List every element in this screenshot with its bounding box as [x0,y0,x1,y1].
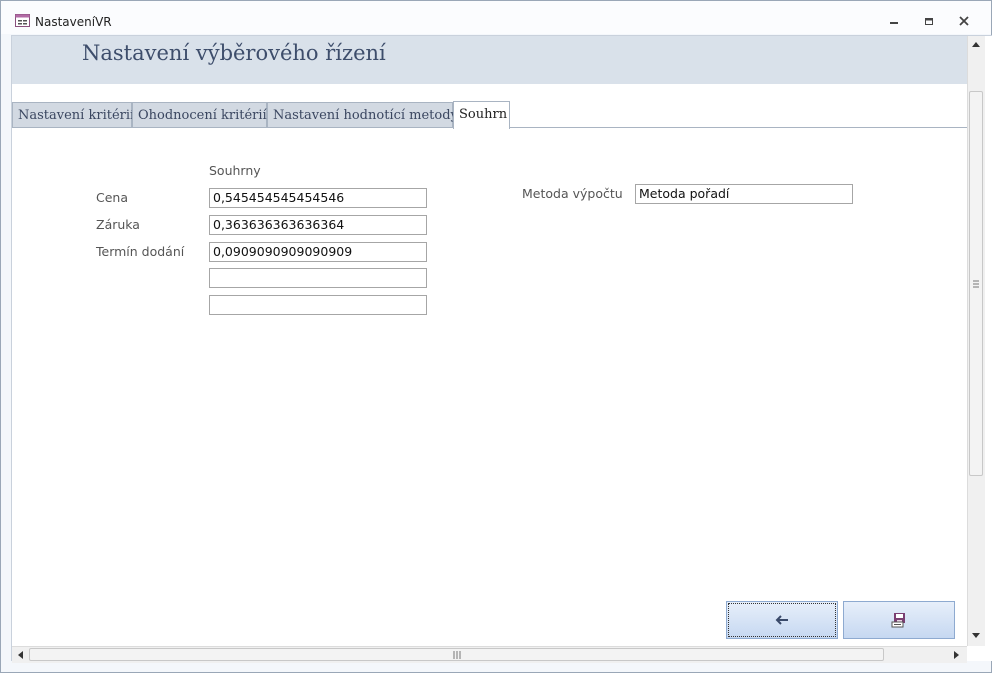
scroll-right-button[interactable] [949,647,965,663]
label-zaruka: Záruka [96,217,140,232]
vertical-scroll-thumb[interactable] [969,91,983,476]
tab-summary[interactable]: Souhrn [453,101,510,129]
chevron-left-icon [18,651,23,659]
value-empty-2[interactable] [209,295,427,315]
value-zaruka[interactable]: 0,363636363636364 [209,215,427,235]
vertical-scrollbar[interactable] [967,36,985,646]
app-window: NastaveníVR Nastavení výběrového řízení … [0,0,992,673]
minimize-button[interactable] [883,13,905,29]
method-label: Metoda výpočtu [522,186,623,201]
window-title: NastaveníVR [35,15,112,29]
summary-header: Souhrny [209,163,261,178]
restore-icon [925,18,933,25]
tab-criteria-settings[interactable]: Nastavení kritérií [12,102,134,128]
chevron-down-icon [972,633,980,638]
save-button[interactable] [843,601,955,639]
value-cena[interactable]: 0,545454545454546 [209,188,427,208]
form-header: Nastavení výběrového řízení [12,36,967,84]
title-bar: NastaveníVR [1,1,991,34]
back-button[interactable] [726,601,838,639]
chevron-right-icon [954,651,959,659]
form-area: Nastavení výběrového řízení Nastavení kr… [11,35,992,663]
form-title: Nastavení výběrového řízení [82,41,386,65]
value-empty-1[interactable] [209,268,427,288]
tab-method-settings[interactable]: Nastavení hodnotící metody [267,102,458,128]
horizontal-scroll-thumb[interactable] [29,648,884,661]
horizontal-scrollbar[interactable] [12,646,967,663]
scroll-up-button[interactable] [968,36,984,52]
method-field[interactable]: Metoda pořadí [635,184,853,204]
close-icon [959,16,969,26]
minimize-icon [890,22,898,24]
label-termin-dodani: Termín dodání [96,244,185,259]
tab-criteria-evaluation[interactable]: Ohodnocení kritérií [132,102,267,128]
save-icon [891,613,905,628]
scroll-down-button[interactable] [968,628,984,644]
chevron-up-icon [972,42,980,47]
label-cena: Cena [96,190,129,205]
grip-icon [973,280,979,288]
scroll-left-button[interactable] [12,647,28,663]
value-termin-dodani[interactable]: 0,0909090909090909 [209,242,427,262]
close-button[interactable] [953,13,975,29]
restore-button[interactable] [918,13,940,29]
arrow-left-icon [775,615,788,625]
form-icon [15,14,30,27]
grip-icon [453,651,461,659]
